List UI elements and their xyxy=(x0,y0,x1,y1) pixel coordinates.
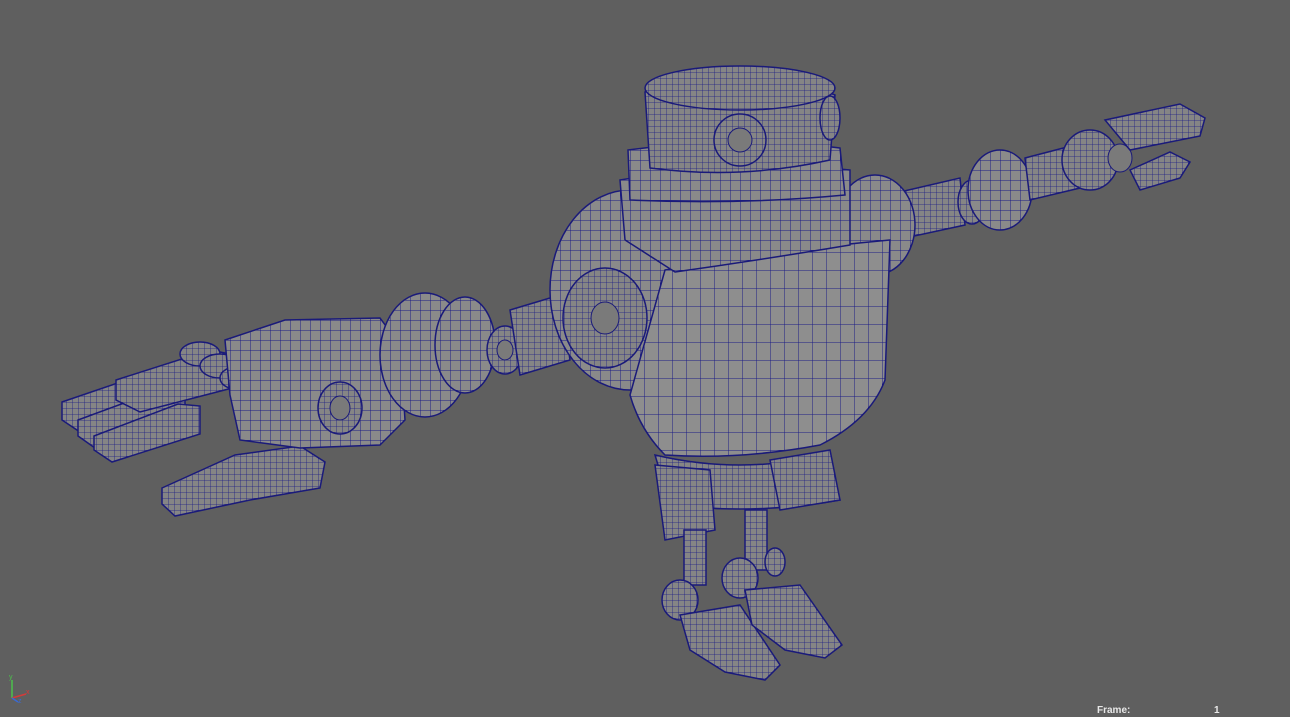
x-axis-label: x xyxy=(26,689,30,696)
axis-orientation-gizmo: y x z xyxy=(9,674,30,704)
frame-counter-hud: Frame: 1 xyxy=(1097,704,1227,717)
y-axis-label: y xyxy=(9,674,13,681)
left-arm-mesh xyxy=(61,292,571,517)
frame-label: Frame: xyxy=(1097,705,1131,716)
maya-viewport-panel[interactable]: y x z Frame: 1 xyxy=(0,0,1290,717)
torso-mesh xyxy=(549,65,916,510)
z-axis-label: z xyxy=(18,698,22,704)
frame-value: 1 xyxy=(1214,705,1220,716)
robot-wireframe-model[interactable] xyxy=(0,0,1290,717)
right-arm-mesh xyxy=(899,103,1206,239)
